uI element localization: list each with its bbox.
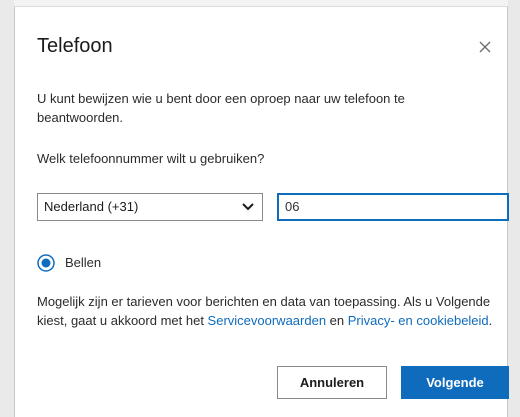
chevron-down-icon: [242, 203, 254, 211]
method-call-label: Bellen: [65, 255, 102, 270]
phone-question: Welk telefoonnummer wilt u gebruiken?: [37, 151, 265, 166]
backdrop: [0, 0, 14, 417]
terms-link[interactable]: Servicevoorwaarden: [208, 313, 327, 328]
phone-number-value: 06: [285, 199, 321, 214]
privacy-link[interactable]: Privacy- en cookiebeleid: [348, 313, 489, 328]
country-code-select[interactable]: Nederland (+31): [37, 193, 263, 221]
phone-verification-dialog: Telefoon U kunt bewijzen wie u bent door…: [14, 6, 509, 417]
close-icon: [479, 41, 491, 53]
dialog-title: Telefoon: [37, 35, 113, 57]
country-code-value: Nederland (+31): [44, 199, 139, 214]
next-button[interactable]: Volgende: [401, 366, 509, 399]
cancel-button[interactable]: Annuleren: [277, 366, 387, 399]
dialog-description: U kunt bewijzen wie u bent door een opro…: [37, 91, 405, 125]
disclaimer-connector: en: [326, 313, 348, 328]
backdrop-right: [508, 0, 520, 417]
disclaimer-text: Mogelijk zijn er tarieven voor berichten…: [37, 292, 493, 330]
close-button[interactable]: [475, 37, 495, 57]
disclaimer-end: .: [488, 313, 493, 328]
radio-selected-icon: [37, 254, 55, 272]
phone-number-input[interactable]: 06: [277, 193, 509, 221]
